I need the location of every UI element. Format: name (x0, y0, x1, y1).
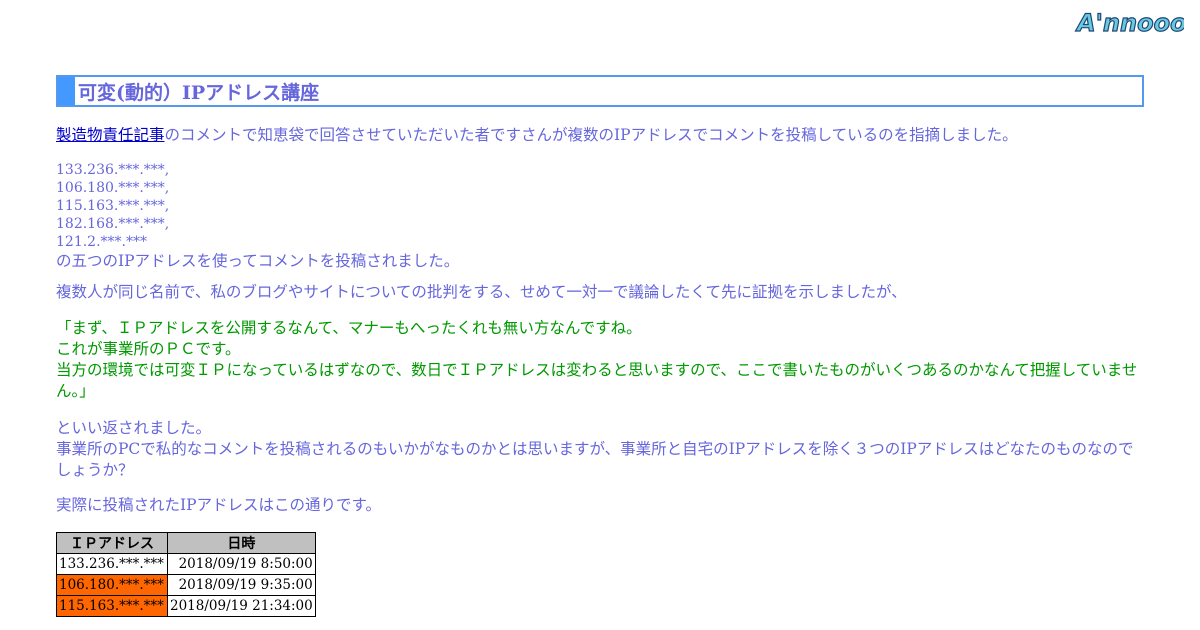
ip-list-summary: の五つのIPアドレスを使ってコメントを投稿されました。 (56, 252, 460, 270)
ip-table: ＩＰアドレス 日時 133.236.***.*** 2018/09/19 8:5… (56, 532, 316, 617)
table-row: 106.180.***.*** 2018/09/19 9:35:00 (56, 574, 316, 596)
response-line: 事業所のPCで私的なコメントを投稿されるのもいかがなものかとは思いますが、事業所… (56, 440, 1134, 479)
table-row: 115.163.***.*** 2018/09/19 21:34:00 (56, 595, 316, 617)
ip-list-item: 106.180.***.***, (56, 180, 170, 196)
datetime-cell: 2018/09/19 21:34:00 (167, 595, 316, 617)
response-line: といい返されました。 (56, 419, 212, 437)
table-header-row: ＩＰアドレス 日時 (56, 532, 316, 554)
ip-cell: 133.236.***.*** (56, 553, 168, 575)
article-title-box: 可変(動的）IPアドレス講座 (56, 75, 1144, 107)
article-link[interactable]: 製造物責任記事 (56, 126, 165, 144)
ip-list-item: 133.236.***.***, (56, 162, 170, 178)
article-title: 可変(動的）IPアドレス講座 (78, 81, 320, 104)
quote-line: 当方の環境では可変ＩＰになっているはずなので、数日でＩＰアドレスは変わると思いま… (56, 361, 1138, 400)
quote-line: これが事業所のＰＣです。 (56, 340, 241, 358)
column-header-datetime: 日時 (167, 532, 316, 554)
intro-text: のコメントで知恵袋で回答させていただいた者ですさんが複数のIPアドレスでコメント… (164, 126, 1018, 144)
intro-paragraph: 製造物責任記事のコメントで知恵袋で回答させていただいた者ですさんが複数のIPアド… (56, 125, 1144, 146)
ip-cell: 115.163.***.*** (56, 595, 168, 617)
article: 可変(動的）IPアドレス講座 製造物責任記事のコメントで知恵袋で回答させていただ… (56, 75, 1144, 617)
quote-line: 「まず、ＩＰアドレスを公開するなんて、マナーもへったくれも無い方なんですね。 (56, 319, 642, 337)
ip-list-item: 182.168.***.***, (56, 216, 170, 232)
datetime-cell: 2018/09/19 8:50:00 (167, 553, 316, 575)
paragraph-criticism: 複数人が同じ名前で、私のブログやサイトについての批判をする、せめて一対一で議論し… (56, 283, 907, 301)
paragraph-response: といい返されました。 事業所のPCで私的なコメントを投稿されるのもいかがなものか… (56, 418, 1144, 481)
logo-text: A'nnooors (1075, 9, 1184, 37)
paragraph-table-intro: 実際に投稿されたIPアドレスはこの通りです。 (56, 496, 382, 514)
quoted-reply: 「まず、ＩＰアドレスを公開するなんて、マナーもへったくれも無い方なんですね。 こ… (56, 318, 1144, 402)
ip-list-item: 115.163.***.***, (56, 198, 170, 214)
site-logo[interactable]: A'nnooors (1074, 4, 1184, 38)
column-header-ip: ＩＰアドレス (56, 532, 168, 554)
table-body: 133.236.***.*** 2018/09/19 8:50:00 106.1… (56, 553, 316, 617)
datetime-cell: 2018/09/19 9:35:00 (167, 574, 316, 596)
ip-list: 133.236.***.***, 106.180.***.***, 115.16… (56, 161, 1144, 270)
ip-cell: 106.180.***.*** (56, 574, 168, 596)
title-accent-bar (58, 77, 75, 105)
ip-list-item: 121.2.***.*** (56, 234, 147, 250)
table-row: 133.236.***.*** 2018/09/19 8:50:00 (56, 553, 316, 575)
